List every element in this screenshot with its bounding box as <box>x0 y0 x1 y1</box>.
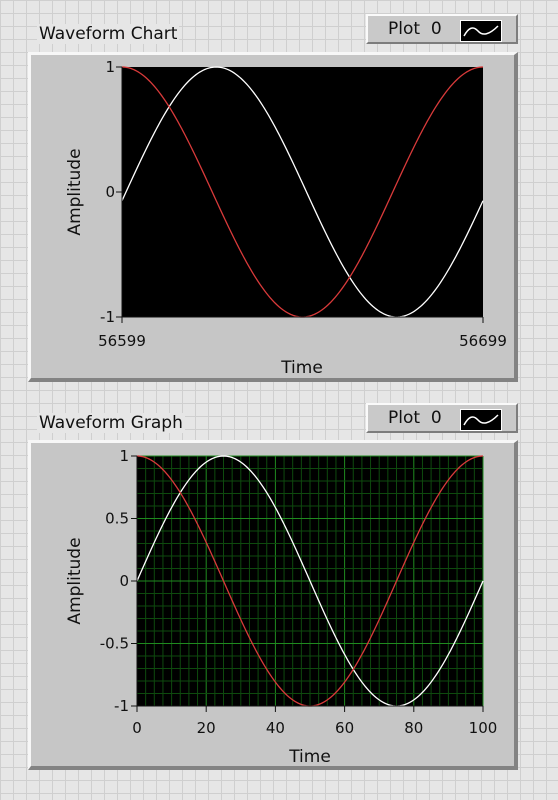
y-tick-label: 0.5 <box>105 510 129 528</box>
y-axis-title: Amplitude <box>65 148 85 235</box>
x-axis-title: Time <box>280 358 323 378</box>
x-tick-label: 80 <box>404 719 423 737</box>
x-tick-label: 60 <box>335 719 354 737</box>
y-tick-label: -1 <box>100 308 115 326</box>
y-axis-title: Amplitude <box>65 537 85 624</box>
x-tick-label: 0 <box>132 719 142 737</box>
y-tick-label: 0 <box>119 572 129 590</box>
waveform-graph-plot: 0 20 40 60 80 100 1 0.5 0 -0.5 -1 Time Amplitude <box>65 447 498 767</box>
x-tick-label: 56699 <box>459 332 507 350</box>
x-tick-label: 56599 <box>98 332 146 350</box>
waveform-chart-plot: 1 0 -1 56599 56699 Time Amplitude <box>65 58 507 378</box>
y-tick-label: 0 <box>105 183 115 201</box>
x-tick-label: 20 <box>197 719 216 737</box>
x-tick-label: 40 <box>266 719 285 737</box>
x-axis-title: Time <box>288 747 331 767</box>
y-tick-label: -0.5 <box>100 635 129 653</box>
y-tick-label: 1 <box>105 58 115 76</box>
y-tick-label: 1 <box>119 447 129 465</box>
x-tick-label: 100 <box>469 719 498 737</box>
plot-area <box>122 67 483 317</box>
y-tick-label: -1 <box>114 697 129 715</box>
